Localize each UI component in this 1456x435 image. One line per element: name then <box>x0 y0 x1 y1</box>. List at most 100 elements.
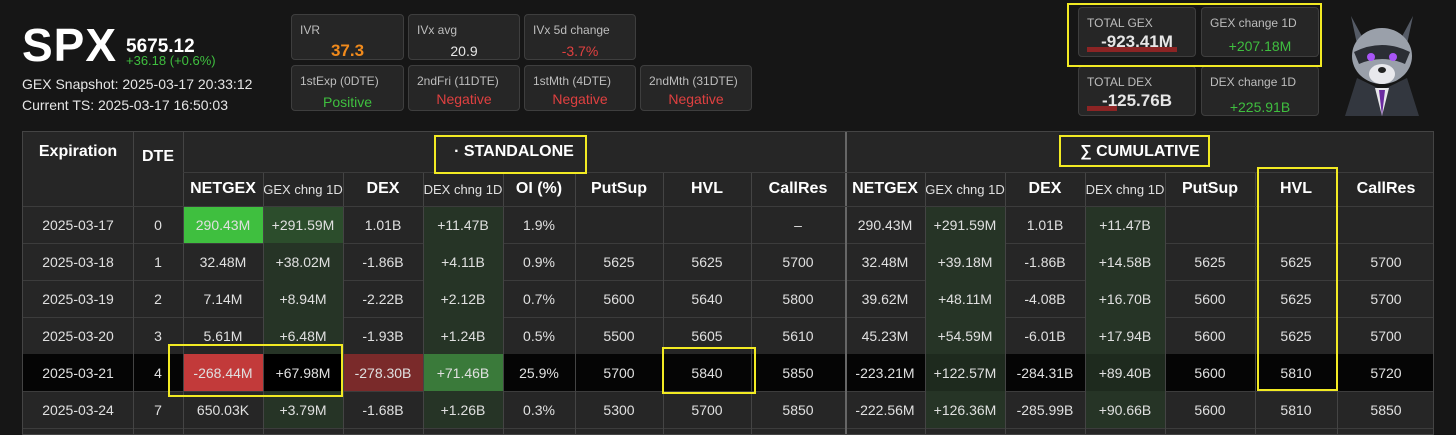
total-dex-label: TOTAL DEX <box>1087 75 1153 89</box>
cumulative-cell: +16.70B <box>1085 280 1165 317</box>
standalone-cell: +71.46B <box>423 354 503 391</box>
row-divider <box>23 428 1433 429</box>
second-fri-card: 2ndFri (11DTE) Negative <box>408 65 520 111</box>
current-timestamp: Current TS: 2025-03-17 16:50:03 <box>22 97 228 113</box>
standalone-cell <box>575 206 663 243</box>
first-exp-card: 1stExp (0DTE) Positive <box>291 65 404 111</box>
standalone-cell: 0.5% <box>523 327 555 344</box>
standalone-highlight-box <box>434 135 587 174</box>
cumulative-cell: 5810 <box>1280 401 1312 418</box>
first-mth-value: Negative <box>552 91 608 107</box>
standalone-cell: 0.3% <box>523 401 555 418</box>
standalone-col-header: DEX chng 1D <box>423 181 503 197</box>
cumulative-cell: 5700 <box>1370 253 1402 270</box>
dex-change-value: +225.91B <box>1229 99 1291 115</box>
cumulative-cell: -6.01B <box>1024 327 1066 344</box>
standalone-cell: 5300 <box>603 401 635 418</box>
column-divider <box>1165 172 1166 434</box>
standalone-col-header: PutSup <box>591 180 647 197</box>
standalone-cell: 5640 <box>691 290 723 307</box>
column-divider <box>133 132 134 434</box>
ivx-avg-card: IVx avg 20.9 <box>408 14 520 60</box>
standalone-cell: +2.12B <box>423 280 503 317</box>
standalone-cell: 1.9% <box>523 216 555 233</box>
second-fri-value: Negative <box>436 91 492 107</box>
standalone-cell: -1.68B <box>362 401 404 418</box>
ivx-5d-label: IVx 5d change <box>533 23 610 37</box>
totals-highlight-box <box>1067 3 1322 67</box>
cumulative-cell: 1.01B <box>1026 216 1064 233</box>
expiration-cell: 2025-03-17 <box>42 216 114 233</box>
standalone-cell: -2.22B <box>362 290 404 307</box>
dex-change-label: DEX change 1D <box>1210 75 1297 89</box>
second-mth-value: Negative <box>668 91 724 107</box>
standalone-cell: 5625 <box>691 253 723 270</box>
cumulative-cell: 5700 <box>1370 327 1402 344</box>
cumulative-cell: 5600 <box>1194 290 1226 307</box>
header-divider <box>23 206 1433 207</box>
group-divider <box>845 132 847 434</box>
column-divider <box>575 172 576 434</box>
expiration-cell: 2025-03-24 <box>42 401 114 418</box>
ivx-avg-value: 20.9 <box>450 43 478 59</box>
gex-snapshot-time: GEX Snapshot: 2025-03-17 20:33:12 <box>22 76 253 92</box>
dex-change-card: DEX change 1D +225.91B <box>1201 66 1319 116</box>
second-mth-label: 2ndMth (31DTE) <box>649 74 738 88</box>
dte-cell: 1 <box>154 253 162 270</box>
cumulative-col-header: DEX chng 1D <box>1085 181 1165 197</box>
standalone-cell: 5850 <box>782 364 814 381</box>
standalone-cell: +291.59M <box>263 206 343 243</box>
ivr-card: IVR 37.3 <box>291 14 404 60</box>
standalone-cell: 1.01B <box>364 216 402 233</box>
standalone-cell: 7.14M <box>203 290 243 307</box>
standalone-cell: 5625 <box>603 253 635 270</box>
cumulative-cell: -285.99B <box>1016 401 1074 418</box>
cumulative-cell: +11.47B <box>1085 206 1165 243</box>
ticker-symbol: SPX <box>22 19 118 71</box>
cumulative-cell: -1.86B <box>1024 253 1066 270</box>
cumulative-col-header: DEX <box>1028 180 1062 197</box>
first-mth-label: 1stMth (4DTE) <box>533 74 612 88</box>
cumulative-cell: 5600 <box>1194 401 1226 418</box>
raccoon-logo-icon <box>1345 16 1419 116</box>
standalone-cell: -278.30B <box>343 354 423 391</box>
cumulative-cell: +126.36M <box>925 391 1005 428</box>
column-divider <box>503 172 504 434</box>
standalone-cell: 5800 <box>782 290 814 307</box>
standalone-cell <box>663 206 751 243</box>
netgex-0321-highlight-box <box>168 344 343 397</box>
standalone-cell: 0.7% <box>523 290 555 307</box>
column-divider <box>1005 172 1006 434</box>
second-fri-label: 2ndFri (11DTE) <box>417 74 499 88</box>
col-expiration-header: Expiration <box>38 143 118 160</box>
cumulative-cell: +90.66B <box>1085 391 1165 428</box>
cumulative-highlight-box <box>1059 135 1210 167</box>
standalone-cell: 5500 <box>603 327 635 344</box>
standalone-cell: 5850 <box>782 401 814 418</box>
cumulative-col-header: NETGEX <box>852 180 918 197</box>
standalone-cell: 0.9% <box>523 253 555 270</box>
standalone-col-header: NETGEX <box>190 180 256 197</box>
standalone-cell: 32.48M <box>199 253 247 270</box>
column-divider <box>423 172 424 434</box>
first-mth-card: 1stMth (4DTE) Negative <box>524 65 636 111</box>
ivx-avg-label: IVx avg <box>417 23 458 37</box>
col-dte-header: DTE <box>142 148 174 165</box>
cumulative-cell: +14.58B <box>1085 243 1165 280</box>
standalone-cell: +1.26B <box>423 391 503 428</box>
cumulative-hvl-highlight-box <box>1257 167 1338 391</box>
standalone-cell: 25.9% <box>519 364 559 381</box>
first-exp-label: 1stExp (0DTE) <box>300 74 379 88</box>
standalone-cell: +1.24B <box>423 317 503 354</box>
standalone-col-header: GEX chng 1D <box>263 181 343 197</box>
standalone-cell: 5700 <box>691 401 723 418</box>
ivx-5d-card: IVx 5d change -3.7% <box>524 14 636 60</box>
cumulative-cell <box>1337 206 1433 243</box>
standalone-cell: +8.94M <box>263 280 343 317</box>
cumulative-cell: +17.94B <box>1085 317 1165 354</box>
column-divider <box>925 172 926 434</box>
cumulative-col-header: PutSup <box>1182 180 1238 197</box>
cumulative-cell: 45.23M <box>861 327 909 344</box>
expiration-cell: 2025-03-20 <box>42 327 114 344</box>
group-header-divider <box>183 172 1433 173</box>
